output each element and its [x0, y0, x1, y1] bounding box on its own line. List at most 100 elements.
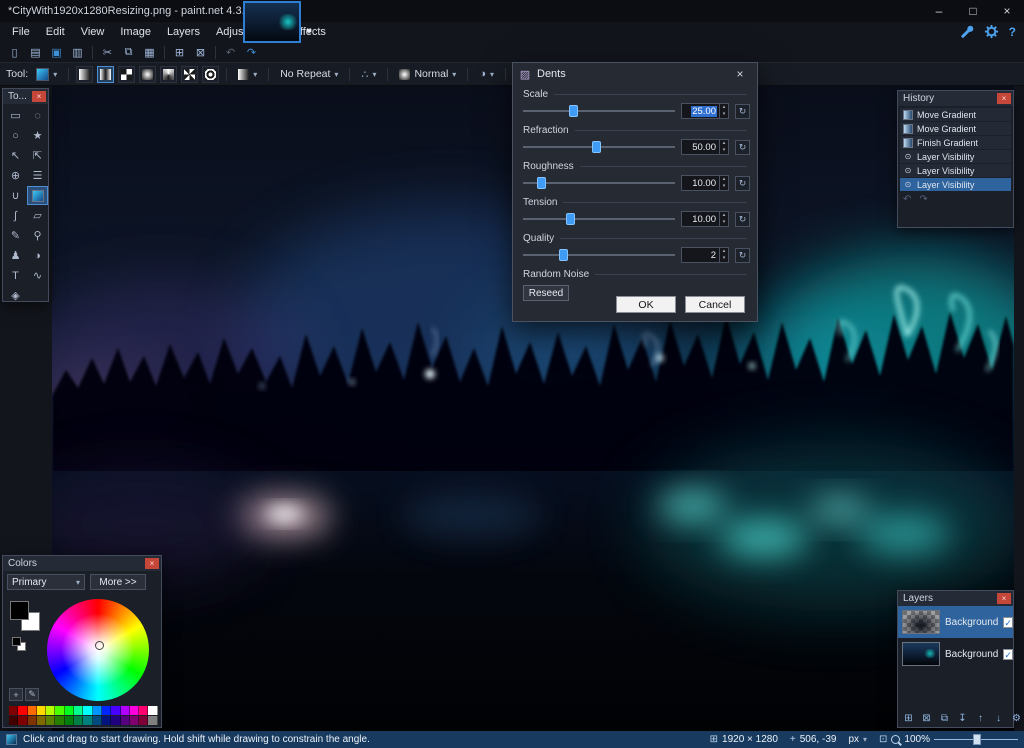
colors-panel-titlebar[interactable]: Colors ×	[3, 556, 161, 571]
quality-spinner[interactable]: ▴ ▾	[719, 248, 728, 262]
refraction-slider[interactable]	[523, 140, 675, 154]
zoom-slider[interactable]	[934, 734, 1018, 745]
blend-mode-dropdown[interactable]: Normal ▾	[395, 66, 460, 82]
spin-down-icon[interactable]: ▾	[720, 219, 728, 226]
palette-swatch[interactable]	[120, 706, 130, 715]
fit-window-icon[interactable]: ⊡	[879, 734, 887, 745]
spin-down-icon[interactable]: ▾	[720, 111, 728, 118]
history-item[interactable]: ⊙ Layer Visibility	[900, 150, 1011, 163]
palette-swatch[interactable]	[92, 716, 102, 725]
copy-button[interactable]: ⧉	[119, 44, 138, 61]
history-item[interactable]: Move Gradient	[900, 108, 1011, 121]
line-curve-tool[interactable]: ∿	[27, 266, 48, 285]
dents-dialog-titlebar[interactable]: ▨ Dents ×	[513, 63, 757, 85]
lasso-select-tool[interactable]: ◌	[27, 106, 48, 125]
palette-swatch[interactable]	[74, 706, 84, 715]
palette-swatch[interactable]	[148, 706, 158, 715]
primary-secondary-swatch[interactable]	[10, 601, 40, 631]
spin-up-icon[interactable]: ▴	[720, 248, 728, 255]
eraser-tool[interactable]: ▱	[27, 206, 48, 225]
layers-panel-close-button[interactable]: ×	[997, 593, 1011, 604]
roughness-value-input[interactable]: 10.00 ▴ ▾	[681, 175, 729, 191]
move-pixels-tool[interactable]: ↖	[5, 146, 26, 165]
deselect-button[interactable]: ⊠	[191, 44, 210, 61]
palette-swatch[interactable]	[55, 706, 65, 715]
palette-swatch[interactable]	[139, 716, 149, 725]
roughness-reset-button[interactable]: ↻	[735, 175, 750, 191]
palette-swatch[interactable]	[18, 716, 28, 725]
antialiasing-dropdown[interactable]: ∴ ▾	[357, 66, 380, 83]
active-tool-dropdown[interactable]: ▾	[32, 66, 61, 83]
zoom-tool[interactable]: ⊕	[5, 166, 26, 185]
history-item[interactable]: Move Gradient	[900, 122, 1011, 135]
help-icon[interactable]: ?	[1009, 25, 1016, 39]
pencil-tool[interactable]: ✎	[5, 226, 26, 245]
rectangle-select-tool[interactable]: ▭	[5, 106, 26, 125]
gradient-type-conical-button[interactable]	[160, 65, 178, 83]
quality-slider[interactable]	[523, 248, 675, 262]
gradient-channel-dropdown[interactable]: ▾	[234, 67, 261, 82]
units-dropdown[interactable]: px ▾	[848, 734, 867, 745]
refraction-slider-thumb[interactable]	[591, 141, 601, 153]
move-layer-up-button[interactable]: ↑	[974, 711, 987, 725]
spin-up-icon[interactable]: ▴	[720, 140, 728, 147]
color-picker-tool[interactable]: ⚲	[27, 226, 48, 245]
palette-swatch[interactable]	[101, 706, 112, 715]
palette-swatch[interactable]	[83, 706, 93, 715]
spin-down-icon[interactable]: ▾	[720, 183, 728, 190]
tools-panel-titlebar[interactable]: To... ×	[3, 89, 48, 104]
gradient-type-radial-button[interactable]	[139, 65, 157, 83]
scale-spinner[interactable]: ▴ ▾	[719, 104, 728, 118]
cut-button[interactable]: ✂	[98, 44, 117, 61]
tension-slider-thumb[interactable]	[566, 213, 576, 225]
scale-slider[interactable]	[523, 104, 675, 118]
reseed-button[interactable]: Reseed	[523, 285, 569, 301]
menu-edit[interactable]: Edit	[38, 22, 73, 42]
palette-swatch[interactable]	[120, 716, 130, 725]
palette-swatch[interactable]	[148, 716, 158, 725]
palette-swatch[interactable]	[139, 706, 149, 715]
magic-wand-tool[interactable]: ★	[27, 126, 48, 145]
color-wheel-cursor[interactable]	[95, 641, 104, 650]
crop-button[interactable]: ⊞	[170, 44, 189, 61]
clone-stamp-tool[interactable]: ♟	[5, 246, 26, 265]
palette-swatch[interactable]	[111, 716, 121, 725]
add-layer-button[interactable]: ⊞	[902, 711, 915, 725]
colors-panel-close-button[interactable]: ×	[145, 558, 159, 569]
palette-swatch[interactable]	[46, 716, 56, 725]
refraction-reset-button[interactable]: ↻	[735, 139, 750, 155]
dents-dialog-close-button[interactable]: ×	[729, 65, 751, 83]
quality-slider-thumb[interactable]	[558, 249, 568, 261]
redo-button[interactable]: ↷	[242, 44, 261, 61]
spin-up-icon[interactable]: ▴	[720, 212, 728, 219]
scale-reset-button[interactable]: ↻	[735, 103, 750, 119]
palette-swatch[interactable]	[27, 716, 37, 725]
tension-value-input[interactable]: 10.00 ▴ ▾	[681, 211, 729, 227]
primary-color-swatch[interactable]	[10, 601, 29, 620]
text-tool[interactable]: T	[5, 266, 26, 285]
spin-down-icon[interactable]: ▾	[720, 255, 728, 262]
spin-down-icon[interactable]: ▾	[720, 147, 728, 154]
history-undo-button[interactable]: ↶	[903, 194, 911, 205]
gradient-type-diamond-button[interactable]	[118, 65, 136, 83]
history-item[interactable]: ⊙ Layer Visibility	[900, 164, 1011, 177]
tension-reset-button[interactable]: ↻	[735, 211, 750, 227]
palette-swatch[interactable]	[111, 706, 121, 715]
close-button[interactable]: ×	[990, 0, 1024, 22]
repeat-mode-dropdown[interactable]: No Repeat ▾	[276, 66, 342, 82]
refraction-value-input[interactable]: 50.00 ▴ ▾	[681, 139, 729, 155]
history-item[interactable]: Finish Gradient	[900, 136, 1011, 149]
spin-up-icon[interactable]: ▴	[720, 104, 728, 111]
palette-swatch[interactable]	[18, 706, 28, 715]
palette-swatch[interactable]	[129, 716, 140, 725]
layer-row-selected[interactable]: Background ✓	[898, 606, 1013, 638]
print-button[interactable]: ▥	[68, 44, 87, 61]
layer-visibility-checkbox[interactable]: ✓	[1003, 616, 1013, 628]
spin-up-icon[interactable]: ▴	[720, 176, 728, 183]
menu-view[interactable]: View	[73, 22, 113, 42]
gradient-type-linear-reflected-button[interactable]	[97, 65, 115, 83]
layer-row[interactable]: Background ✓	[898, 638, 1013, 670]
paintbrush-tool[interactable]: ∫	[5, 206, 26, 225]
recolor-tool[interactable]: ◑	[27, 246, 48, 265]
undo-button[interactable]: ↶	[221, 44, 240, 61]
